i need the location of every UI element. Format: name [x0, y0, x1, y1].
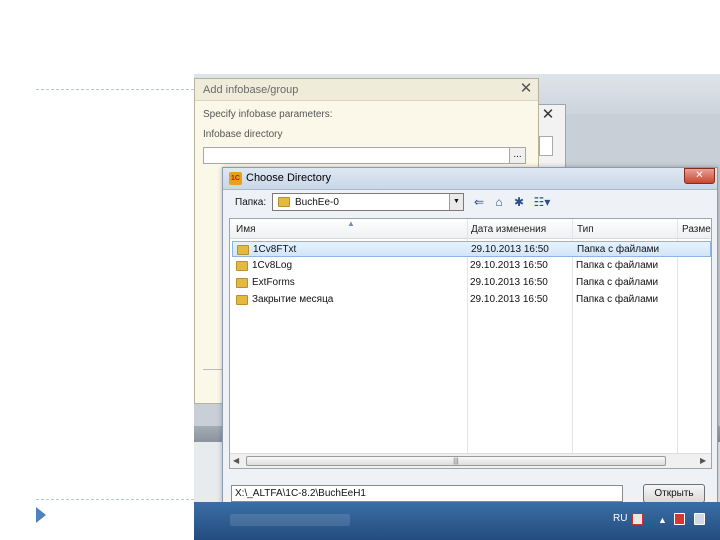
add-infobase-title: Add infobase/group	[203, 84, 299, 96]
list-item[interactable]: 1Cv8FTxt 29.10.2013 16:50 Папка с файлам…	[232, 241, 711, 257]
item-name: 1Cv8FTxt	[253, 244, 297, 255]
file-list: ▲ Имя Дата изменения Тип Разме 1Cv8FTxt …	[229, 218, 712, 469]
folder-icon	[236, 295, 248, 305]
column-header-type[interactable]: Тип	[577, 224, 594, 235]
choose-directory-close-button[interactable]: ✕	[684, 168, 715, 184]
scrollbar-thumb[interactable]: |||	[246, 456, 666, 466]
background-window-close-icon[interactable]: ✕	[537, 106, 559, 124]
column-header-name[interactable]: Имя	[236, 224, 255, 235]
item-date: 29.10.2013 16:50	[471, 244, 549, 255]
scroll-right-icon[interactable]: ▶	[700, 456, 706, 465]
folder-select[interactable]: BuchEe-0 ▼	[272, 193, 464, 211]
folder-icon	[236, 278, 248, 288]
taskbar: RU ▲	[194, 502, 720, 540]
tray-expand-icon[interactable]: ▲	[658, 515, 667, 525]
list-item[interactable]: Закрытие месяца 29.10.2013 16:50 Папка с…	[232, 292, 711, 308]
directory-path-input[interactable]: X:\_ALTFA\1C-8.2\BuchEeH1	[231, 485, 623, 502]
dialog-footer-divider	[203, 369, 223, 370]
sort-ascending-icon: ▲	[347, 219, 355, 228]
flag-icon[interactable]	[674, 513, 685, 525]
add-infobase-titlebar: Add infobase/group ✕	[195, 79, 538, 101]
folder-icon	[278, 197, 290, 207]
folder-select-value: BuchEe-0	[295, 197, 339, 208]
taskbar-item[interactable]	[230, 514, 350, 526]
choose-directory-dialog: 1C Choose Directory ✕ Папка: BuchEe-0 ▼ …	[222, 167, 718, 512]
infobase-directory-label: Infobase directory	[203, 129, 283, 140]
embedded-screenshot: ✕ Add infobase/group ✕ Specify infobase …	[194, 74, 720, 540]
column-header-size[interactable]: Разме	[682, 224, 711, 235]
chevron-down-icon[interactable]: ▼	[449, 194, 463, 210]
app-logo-icon: 1C	[229, 172, 242, 185]
list-item[interactable]: 1Cv8Log 29.10.2013 16:50 Папка с файлами	[232, 258, 711, 274]
item-type: Папка с файлами	[577, 244, 660, 255]
folder-icon	[236, 261, 248, 271]
background-window-control	[539, 136, 553, 156]
folder-icon	[237, 245, 249, 255]
item-name: ExtForms	[252, 277, 295, 288]
horizontal-scrollbar[interactable]: ◀ ||| ▶	[230, 453, 711, 468]
item-type: Папка с файлами	[576, 277, 659, 288]
back-arrow-icon[interactable]: ⇐	[471, 194, 487, 210]
network-icon[interactable]	[694, 513, 705, 525]
choose-directory-titlebar: 1C Choose Directory ✕	[223, 168, 717, 190]
infobase-directory-input[interactable]	[203, 147, 511, 164]
infobase-parameters-heading: Specify infobase parameters:	[203, 109, 333, 120]
item-type: Папка с файлами	[576, 260, 659, 271]
language-indicator[interactable]: RU	[613, 513, 627, 524]
slide-divider-top	[36, 89, 194, 90]
list-item[interactable]: ExtForms 29.10.2013 16:50 Папка с файлам…	[232, 275, 711, 291]
item-name: 1Cv8Log	[252, 260, 293, 271]
add-infobase-close-icon[interactable]: ✕	[517, 80, 535, 98]
view-menu-icon[interactable]: ☷▾	[531, 194, 553, 210]
slide-bullet-arrow-icon	[36, 507, 46, 523]
column-header-date[interactable]: Дата изменения	[471, 224, 546, 235]
presentation-slide: ✕ Add infobase/group ✕ Specify infobase …	[0, 0, 720, 540]
choose-directory-title: Choose Directory	[246, 172, 331, 184]
folder-label: Папка:	[235, 197, 267, 208]
item-date: 29.10.2013 16:50	[470, 260, 548, 271]
item-type: Папка с файлами	[576, 294, 659, 305]
item-date: 29.10.2013 16:50	[470, 277, 548, 288]
up-folder-icon[interactable]: ⌂	[491, 194, 507, 210]
app-tray-icon[interactable]	[632, 513, 643, 525]
browse-button[interactable]: ...	[509, 147, 526, 164]
item-name: Закрытие месяца	[252, 294, 334, 305]
new-folder-icon[interactable]: ✱	[511, 194, 527, 210]
file-list-header: ▲ Имя Дата изменения Тип Разме	[230, 219, 711, 239]
scroll-left-icon[interactable]: ◀	[233, 456, 239, 465]
slide-divider-bottom	[36, 499, 194, 500]
open-button[interactable]: Открыть	[643, 484, 705, 503]
item-date: 29.10.2013 16:50	[470, 294, 548, 305]
